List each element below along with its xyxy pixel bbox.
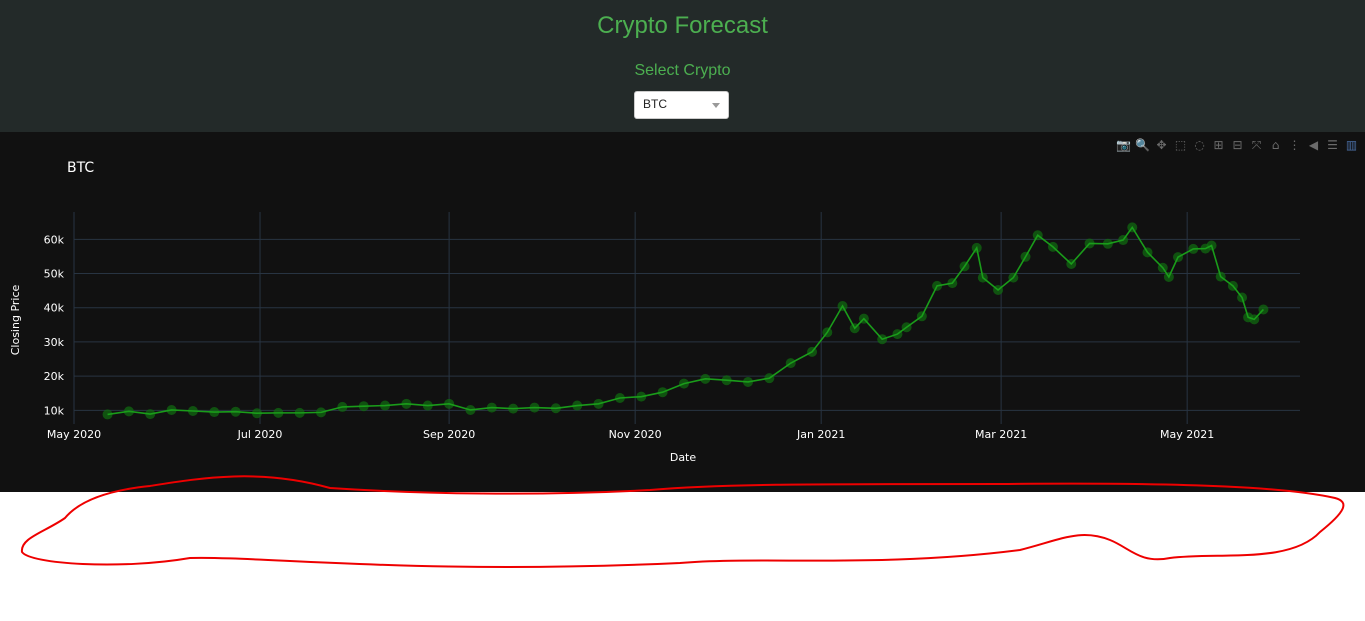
camera-icon[interactable]: 📷 bbox=[1116, 138, 1131, 153]
select-crypto-label: Select Crypto bbox=[634, 62, 731, 79]
y-tick-label: 30k bbox=[44, 336, 65, 349]
x-tick-label: Mar 2021 bbox=[975, 428, 1027, 441]
modebar: 📷 🔍 ✥ ⬚ ◌ ⊞ ⊟ ⤧ ⌂ ⋮ ◀ ☰ ▥ bbox=[1116, 138, 1359, 153]
plotly-logo-icon[interactable]: ▥ bbox=[1344, 138, 1359, 153]
x-tick-label: Nov 2020 bbox=[609, 428, 662, 441]
hover-closest-icon[interactable]: ◀ bbox=[1306, 138, 1321, 153]
y-tick-label: 10k bbox=[44, 404, 65, 417]
zoom-out-icon[interactable]: ⊟ bbox=[1230, 138, 1245, 153]
x-tick-label: Jan 2021 bbox=[796, 428, 845, 441]
x-tick-label: Sep 2020 bbox=[423, 428, 475, 441]
chart-title: BTC bbox=[67, 160, 94, 176]
chart-area: 📷 🔍 ✥ ⬚ ◌ ⊞ ⊟ ⤧ ⌂ ⋮ ◀ ☰ ▥ BTC May 2020 Jul 2020 Sep 20… bbox=[0, 132, 1365, 492]
y-tick-label: 40k bbox=[44, 302, 65, 315]
lasso-icon[interactable]: ◌ bbox=[1192, 138, 1207, 153]
x-tick-label: May 2020 bbox=[47, 428, 101, 441]
hover-compare-icon[interactable]: ☰ bbox=[1325, 138, 1340, 153]
page-title: Crypto Forecast bbox=[597, 12, 768, 39]
y-tick-label: 60k bbox=[44, 233, 65, 246]
reset-axes-icon[interactable]: ⌂ bbox=[1268, 138, 1283, 153]
box-select-icon[interactable]: ⬚ bbox=[1173, 138, 1188, 153]
y-tick-label: 50k bbox=[44, 268, 65, 281]
crypto-dropdown[interactable]: BTC bbox=[634, 91, 729, 119]
zoom-icon[interactable]: 🔍 bbox=[1135, 138, 1150, 153]
price-chart[interactable]: BTC May 2020 Jul 2020 Sep 2020 Nov 2020 Jan … bbox=[0, 132, 1365, 492]
dropdown-value: BTC bbox=[643, 97, 667, 111]
chevron-down-icon[interactable] bbox=[712, 103, 720, 108]
spike-lines-icon[interactable]: ⋮ bbox=[1287, 138, 1302, 153]
y-tick-label: 20k bbox=[44, 370, 65, 383]
pan-icon[interactable]: ✥ bbox=[1154, 138, 1169, 153]
header: Crypto Forecast Select Crypto BTC bbox=[0, 0, 1365, 132]
autoscale-icon[interactable]: ⤧ bbox=[1249, 138, 1264, 153]
x-tick-label: Jul 2020 bbox=[237, 428, 283, 441]
red-annotation-scribble bbox=[20, 475, 1345, 568]
zoom-in-icon[interactable]: ⊞ bbox=[1211, 138, 1226, 153]
y-axis-label: Closing Price bbox=[9, 285, 22, 356]
x-tick-label: May 2021 bbox=[1160, 428, 1214, 441]
